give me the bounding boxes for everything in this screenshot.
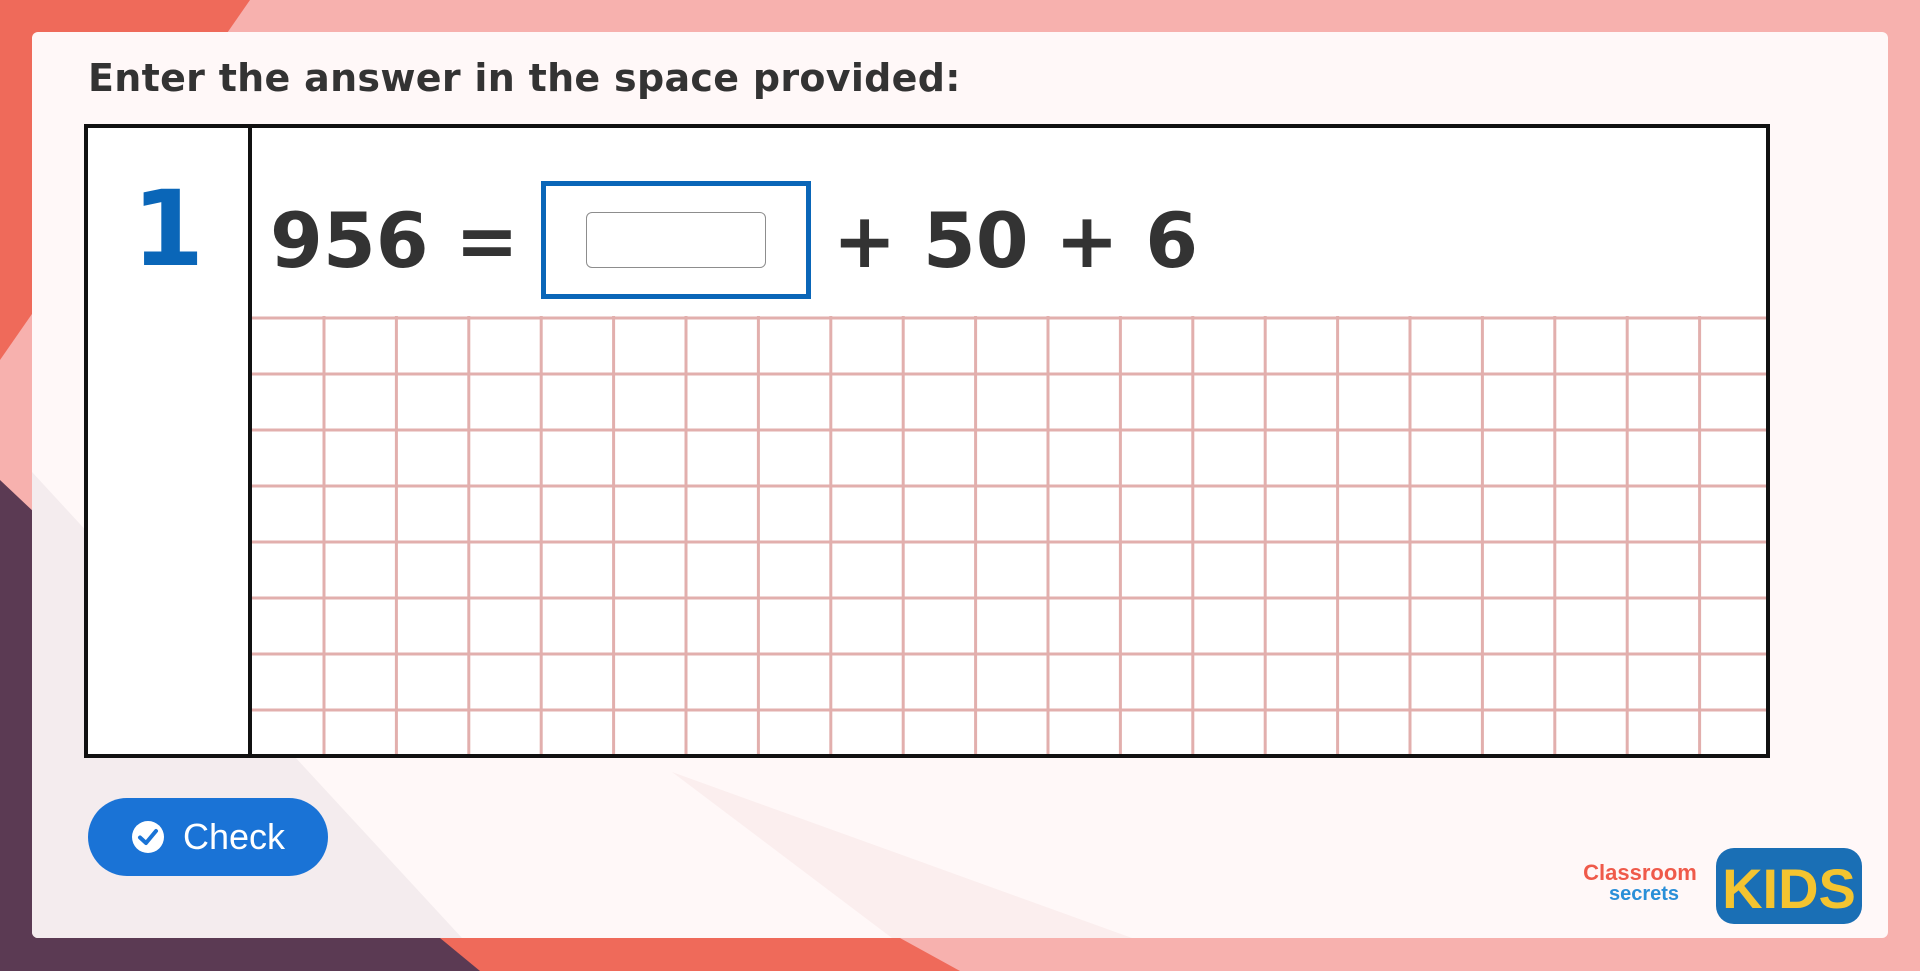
answer-input[interactable]: [585, 212, 766, 268]
logo-text-classroom: Classroom: [1583, 860, 1697, 885]
equation-left-side: 956 =: [270, 195, 519, 285]
logo-text-kids: KIDS: [1722, 857, 1856, 920]
question-number: 1: [131, 168, 205, 290]
question-box: 1 956 = + 50 + 6: [84, 124, 1770, 758]
logo-text-secrets: secrets: [1609, 883, 1679, 905]
classroom-secrets-kids-logo: Classroom secrets KIDS: [1583, 848, 1862, 924]
answer-frame: [540, 181, 811, 299]
question-number-column: 1: [88, 128, 252, 754]
check-button[interactable]: Check: [88, 798, 328, 876]
check-circle-icon: [131, 821, 164, 853]
content-card: Enter the answer in the space provided: …: [32, 32, 1888, 938]
equation-right-side: + 50 + 6: [832, 195, 1199, 285]
equation: 956 = + 50 + 6: [270, 180, 1198, 300]
instruction-text: Enter the answer in the space provided:: [88, 56, 961, 100]
check-button-label: Check: [182, 816, 286, 857]
working-grid[interactable]: [252, 316, 1766, 754]
